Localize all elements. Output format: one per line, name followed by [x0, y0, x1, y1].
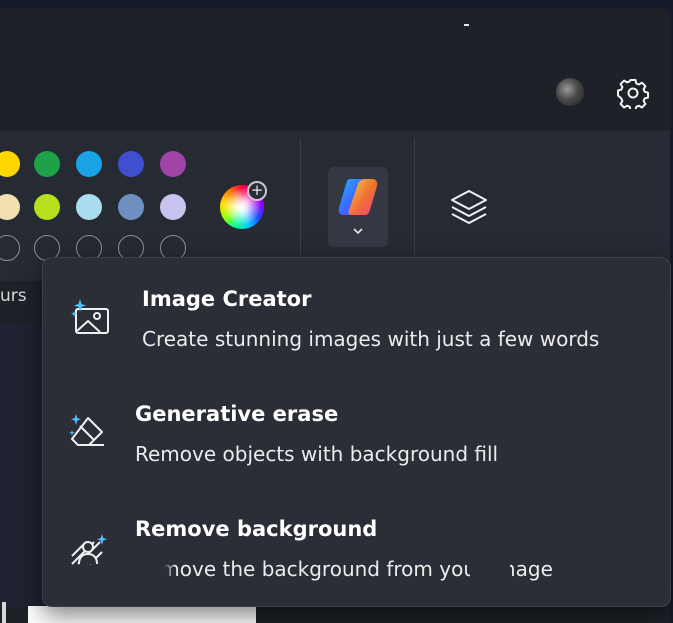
text-occlusion — [470, 556, 510, 586]
chevron-down-icon[interactable] — [351, 226, 365, 236]
menu-item-title[interactable]: Remove background — [135, 517, 377, 541]
generative-erase-icon — [69, 414, 104, 446]
text-occlusion — [134, 556, 176, 586]
color-swatch[interactable] — [34, 194, 60, 220]
color-swatch[interactable] — [34, 151, 60, 177]
layers-icon[interactable] — [448, 187, 490, 227]
image-creator-icon — [71, 299, 109, 334]
color-swatch[interactable] — [76, 151, 102, 177]
titlebar-glyph — [464, 24, 469, 26]
background-strip — [28, 606, 256, 623]
background-strip — [2, 602, 6, 623]
color-swatch[interactable] — [118, 194, 144, 220]
color-swatch[interactable] — [160, 151, 186, 177]
remove-background-icon — [71, 534, 107, 565]
toolbar-divider — [414, 138, 415, 260]
menu-item-title[interactable]: Generative erase — [135, 402, 338, 426]
color-swatch[interactable] — [76, 194, 102, 220]
copilot-logo-icon — [338, 179, 378, 215]
toolbar-divider — [300, 138, 301, 260]
menu-item-description[interactable]: Remove objects with background fill — [135, 442, 498, 466]
user-avatar[interactable] — [556, 78, 584, 106]
menu-item-title[interactable]: Image Creator — [142, 287, 311, 311]
menu-item-description[interactable]: Create stunning images with just a few w… — [142, 327, 599, 351]
color-swatch[interactable] — [118, 151, 144, 177]
add-color-button[interactable]: + — [247, 181, 267, 201]
gear-icon[interactable] — [617, 77, 649, 109]
copilot-dropdown-menu — [42, 257, 671, 607]
colours-label: urs — [0, 286, 27, 306]
color-swatch[interactable] — [160, 194, 186, 220]
